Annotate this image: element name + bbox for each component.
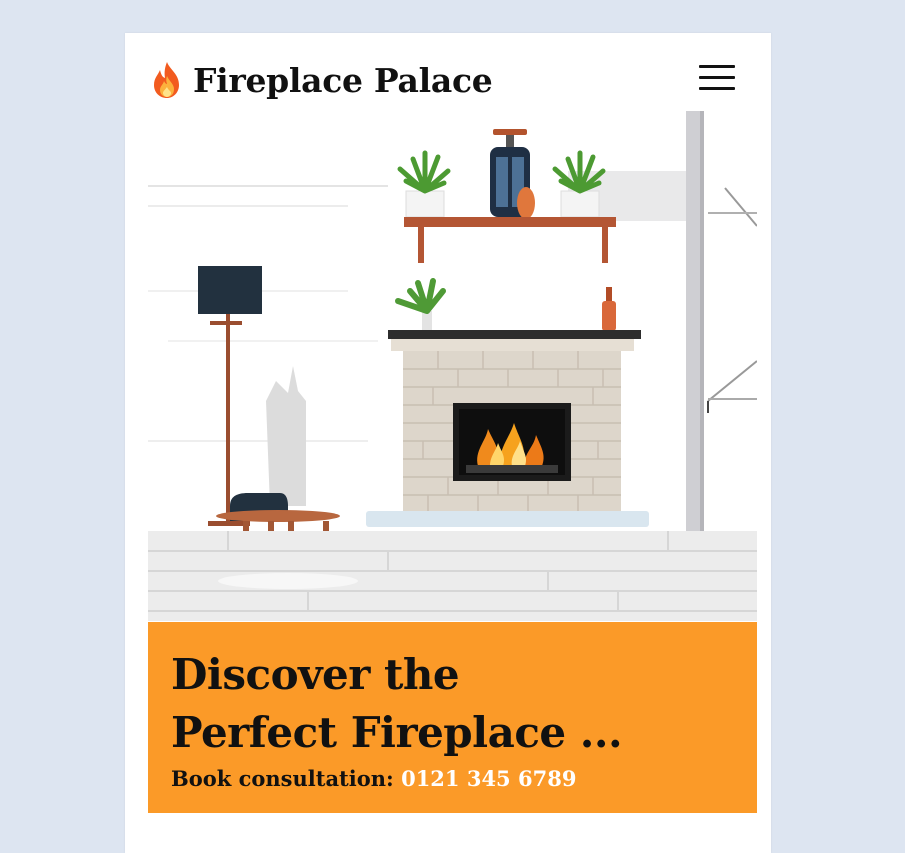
phone-link[interactable]: 0121 345 6789 (401, 766, 576, 791)
hero-image (148, 111, 757, 621)
living-room-fireplace-illustration (148, 111, 757, 621)
promo-heading-line-1: Discover the (171, 650, 460, 699)
hamburger-menu-icon (698, 65, 736, 90)
page-card: Fireplace Palace Discover the Perfect Fi… (125, 33, 771, 853)
promo-heading: Discover the Perfect Fireplace ... (171, 646, 757, 762)
fire-icon (154, 62, 179, 98)
brand-name: Fireplace Palace (193, 60, 493, 100)
promo-heading-line-2: Perfect Fireplace ... (171, 708, 623, 757)
consultation-label: Book consultation: (171, 766, 402, 791)
promo-banner: Discover the Perfect Fireplace ... Book … (148, 622, 757, 813)
brand-link[interactable]: Fireplace Palace (148, 55, 493, 105)
consultation-line: Book consultation: 0121 345 6789 (171, 766, 757, 791)
site-header: Fireplace Palace (148, 55, 748, 111)
menu-button[interactable] (698, 65, 736, 95)
